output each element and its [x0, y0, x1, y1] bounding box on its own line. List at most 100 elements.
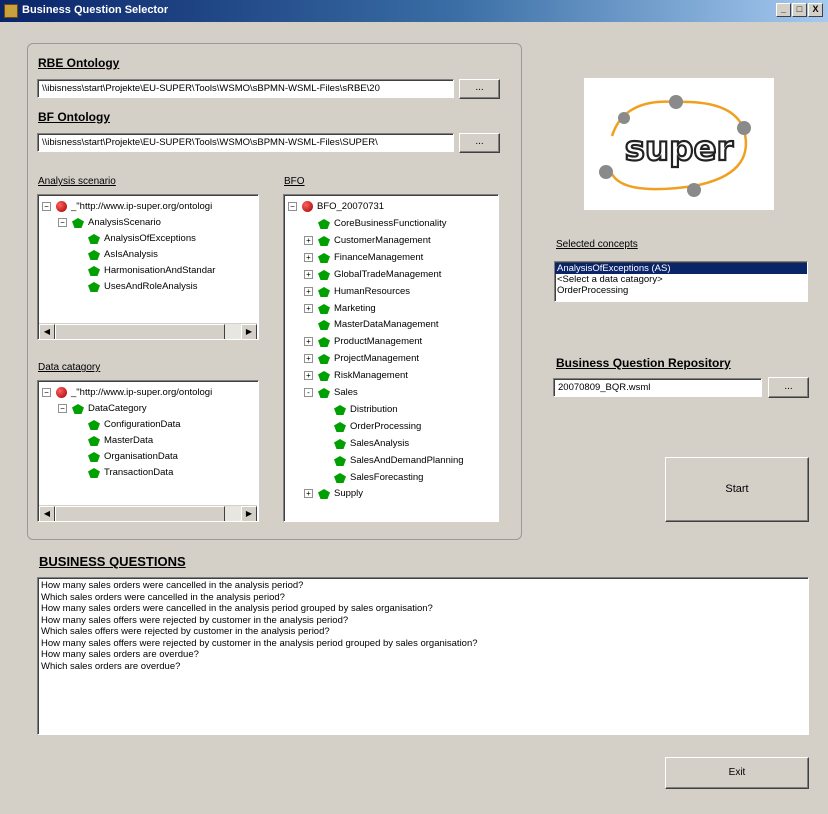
- concept-icon: [88, 436, 100, 446]
- business-questions-heading: BUSINESS QUESTIONS: [39, 554, 186, 569]
- concept-icon: [88, 420, 100, 430]
- bf-path-field[interactable]: \\ibisness\start\Projekte\EU-SUPER\Tools…: [37, 133, 454, 152]
- expand-icon[interactable]: +: [304, 371, 313, 381]
- data-category-tree[interactable]: − _"http://www.ip-super.org/ontologi − D…: [37, 380, 259, 522]
- tree-leaf-label: UsesAndRoleAnalysis: [104, 281, 198, 292]
- concept-icon: [72, 218, 84, 228]
- selected-concepts-list[interactable]: AnalysisOfExceptions (AS) <Select a data …: [554, 261, 808, 302]
- business-question-item[interactable]: How many sales orders were cancelled in …: [41, 580, 805, 592]
- tree-leaf-label: TransactionData: [104, 467, 174, 478]
- business-question-item[interactable]: Which sales offers were rejected by cust…: [41, 626, 805, 638]
- analysis-scenario-tree[interactable]: − _"http://www.ip-super.org/ontologi − A…: [37, 194, 259, 340]
- close-button[interactable]: X: [808, 3, 823, 17]
- bfo-item-label: CoreBusinessFunctionality: [334, 218, 447, 229]
- business-questions-list[interactable]: How many sales orders were cancelled in …: [37, 577, 809, 735]
- expand-icon[interactable]: +: [304, 286, 313, 296]
- rbe-browse-button[interactable]: ...: [459, 79, 500, 99]
- repository-field[interactable]: 20070809_BQR.wsml: [553, 378, 762, 397]
- maximize-button[interactable]: □: [792, 3, 807, 17]
- business-question-item[interactable]: How many sales offers were rejected by c…: [41, 638, 805, 650]
- business-question-item[interactable]: How many sales orders were cancelled in …: [41, 603, 805, 615]
- tree-leaf-label: OrganisationData: [104, 451, 178, 462]
- tree-root-label: _"http://www.ip-super.org/ontologi: [71, 387, 213, 398]
- concept-icon: [318, 354, 330, 365]
- concept-icon: [72, 404, 84, 414]
- bfo-item-label: SalesAnalysis: [350, 437, 410, 449]
- start-button[interactable]: Start: [665, 457, 809, 522]
- horizontal-scrollbar[interactable]: ◀ ▶: [39, 323, 257, 339]
- concept-icon: [334, 472, 346, 483]
- bfo-item-label: Distribution: [350, 403, 398, 415]
- scroll-thumb[interactable]: [55, 506, 225, 521]
- ontology-root-icon: [56, 387, 67, 398]
- scroll-right-button[interactable]: ▶: [241, 324, 257, 339]
- concept-icon: [334, 455, 346, 466]
- minimize-button[interactable]: _: [776, 3, 791, 17]
- scroll-left-button[interactable]: ◀: [39, 506, 55, 521]
- tree-node-label: DataCategory: [88, 403, 147, 414]
- concept-icon: [88, 452, 100, 462]
- concept-icon: [318, 252, 330, 263]
- tree-root-label: BFO_20070731: [317, 201, 385, 212]
- concept-icon: [334, 404, 346, 415]
- collapse-icon[interactable]: −: [58, 218, 67, 227]
- repository-browse-button[interactable]: ...: [768, 377, 809, 398]
- exit-button[interactable]: Exit: [665, 757, 809, 789]
- concept-icon: [318, 269, 330, 280]
- concept-icon: [334, 421, 346, 432]
- horizontal-scrollbar[interactable]: ◀ ▶: [39, 505, 257, 521]
- selected-concept-item[interactable]: <Select a data catagory>: [555, 274, 807, 285]
- bfo-item-label: ProductManagement: [334, 336, 423, 348]
- collapse-icon[interactable]: −: [58, 404, 67, 413]
- concept-icon: [88, 234, 100, 244]
- bfo-item-label: ProjectManagement: [334, 353, 420, 365]
- analysis-scenario-label: Analysis scenario: [38, 176, 116, 187]
- expand-icon[interactable]: +: [304, 269, 313, 279]
- collapse-icon[interactable]: -: [304, 388, 313, 397]
- collapse-icon[interactable]: −: [288, 202, 297, 211]
- tree-leaf-label: AnalysisOfExceptions: [104, 233, 196, 244]
- concept-icon: [318, 388, 330, 398]
- tree-node-label: AnalysisScenario: [88, 217, 161, 228]
- concept-icon: [318, 235, 330, 246]
- tree-leaf-label: MasterData: [104, 435, 154, 446]
- collapse-icon[interactable]: −: [42, 202, 51, 211]
- collapse-icon[interactable]: −: [42, 388, 51, 397]
- bfo-tree[interactable]: − BFO_20070731 CoreBusinessFunctionality…: [283, 194, 499, 522]
- business-question-item[interactable]: How many sales orders are overdue?: [41, 649, 805, 661]
- concept-icon: [318, 303, 330, 314]
- window-title: Business Question Selector: [22, 4, 169, 16]
- concept-icon: [318, 320, 330, 331]
- selected-concept-item[interactable]: AnalysisOfExceptions (AS): [555, 263, 807, 274]
- expand-icon[interactable]: +: [304, 354, 313, 364]
- expand-icon[interactable]: +: [304, 337, 313, 347]
- bf-heading: BF Ontology: [38, 110, 110, 124]
- bfo-item-label: Marketing: [334, 302, 376, 314]
- scroll-left-button[interactable]: ◀: [39, 324, 55, 339]
- expand-icon[interactable]: +: [304, 252, 313, 262]
- bfo-item-label: MasterDataManagement: [334, 319, 439, 331]
- concept-icon: [318, 219, 330, 229]
- scroll-right-button[interactable]: ▶: [241, 506, 257, 521]
- expand-icon[interactable]: +: [304, 489, 313, 499]
- bfo-item-label: OrderProcessing: [350, 420, 422, 432]
- business-question-item[interactable]: Which sales orders are overdue?: [41, 661, 805, 673]
- logo-text: super: [625, 129, 734, 169]
- scroll-thumb[interactable]: [55, 324, 225, 339]
- bfo-item-label: RiskManagement: [334, 370, 408, 382]
- app-icon: [4, 4, 18, 18]
- expand-icon[interactable]: +: [304, 303, 313, 313]
- business-question-item[interactable]: Which sales orders were cancelled in the…: [41, 592, 805, 604]
- selected-concept-item[interactable]: OrderProcessing: [555, 285, 807, 296]
- tree-root-label: _"http://www.ip-super.org/ontologi: [71, 201, 213, 212]
- concept-icon: [318, 337, 330, 348]
- expand-icon[interactable]: +: [304, 235, 313, 245]
- concept-icon: [88, 468, 100, 478]
- concept-icon: [318, 286, 330, 297]
- business-question-item[interactable]: How many sales offers were rejected by c…: [41, 615, 805, 627]
- bf-browse-button[interactable]: ...: [459, 133, 500, 153]
- bfo-item-label: CustomerManagement: [334, 234, 431, 246]
- rbe-path-field[interactable]: \\ibisness\start\Projekte\EU-SUPER\Tools…: [37, 79, 454, 98]
- bfo-item-label: GlobalTradeManagement: [334, 268, 442, 280]
- bfo-item-label: Sales: [334, 387, 358, 398]
